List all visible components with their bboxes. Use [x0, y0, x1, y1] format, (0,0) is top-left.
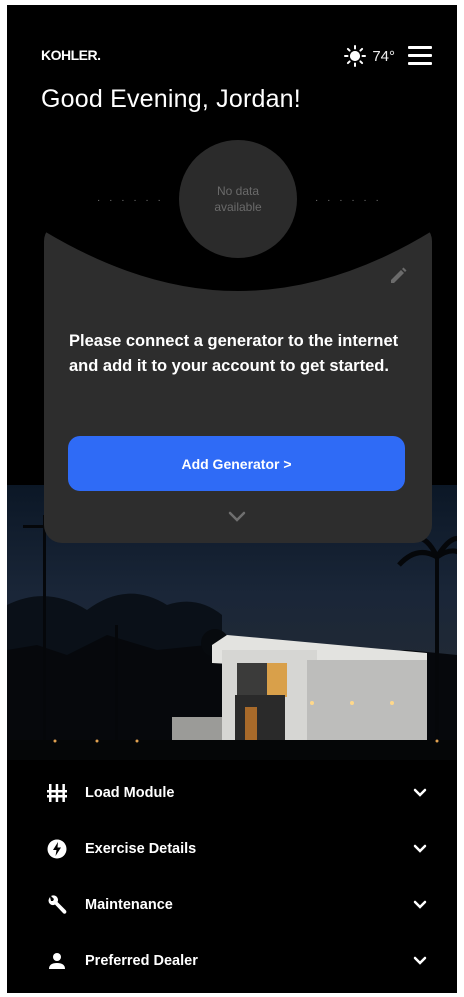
section-label: Load Module [85, 785, 175, 801]
person-icon [49, 953, 65, 969]
section-load-module[interactable]: Load Module [7, 765, 457, 821]
app-screen: KOHLER. 74° Good Evening, Jordan! · · · … [7, 5, 457, 993]
chevron-down-icon[interactable] [413, 956, 427, 966]
dial-dots-right: · · · · · · [315, 195, 382, 206]
greeting-heading: Good Evening, Jordan! [41, 85, 301, 113]
sun-icon [344, 45, 367, 67]
status-dial: No data available [179, 140, 297, 258]
bolt-icon [47, 839, 67, 859]
section-maintenance[interactable]: Maintenance [7, 877, 457, 933]
connect-generator-message: Please connect a generator to the intern… [69, 332, 399, 375]
generator-status-card: Please connect a generator to the intern… [44, 221, 432, 543]
dial-dots-left: · · · · · · [97, 195, 164, 206]
no-data-label: No data available [214, 184, 262, 214]
add-generator-button[interactable]: Add Generator > [68, 436, 405, 491]
section-label: Preferred Dealer [85, 953, 198, 969]
hamburger-menu-icon[interactable] [408, 46, 432, 66]
chevron-down-icon[interactable] [413, 844, 427, 854]
weather-widget[interactable]: 74° [344, 45, 395, 67]
temperature-label: 74° [372, 47, 395, 65]
expand-chevron-icon[interactable] [228, 511, 246, 523]
section-exercise-details[interactable]: Exercise Details [7, 821, 457, 877]
chevron-down-icon[interactable] [413, 900, 427, 910]
section-label: Maintenance [85, 897, 173, 913]
edit-pencil-icon[interactable] [387, 265, 409, 287]
section-label: Exercise Details [85, 841, 197, 857]
kohler-logo: KOHLER. [41, 47, 101, 63]
section-preferred-dealer[interactable]: Preferred Dealer [7, 933, 457, 989]
load-module-icon [47, 784, 67, 802]
wrench-icon [48, 895, 67, 914]
chevron-down-icon[interactable] [413, 788, 427, 798]
details-list: Load Module Exercise Details Maintenance [7, 765, 457, 989]
